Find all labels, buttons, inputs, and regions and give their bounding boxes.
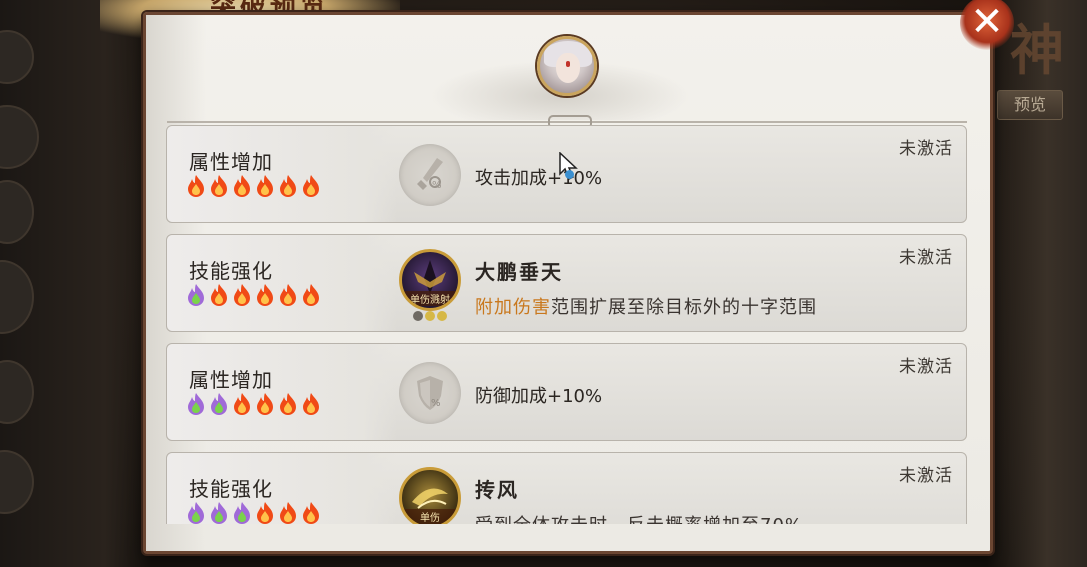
description-highlight: 附加伤害 bbox=[475, 297, 551, 318]
list-item: 技能强化 单伤 抟风 受到全体攻击时，反击概率增加至70% 未激活 bbox=[166, 452, 967, 524]
effect-icon-slot[interactable]: 单伤溅射 bbox=[399, 249, 461, 311]
skill-level-dots bbox=[413, 311, 447, 321]
green-flame-icon bbox=[185, 392, 207, 416]
red-flame-icon bbox=[208, 174, 230, 198]
skill-description: 附加伤害范围扩展至除目标外的十字范围 bbox=[475, 293, 817, 319]
red-flame-icon bbox=[254, 392, 276, 416]
close-icon: ✕ bbox=[970, 0, 1004, 45]
red-flame-icon bbox=[185, 174, 207, 198]
svg-text:%: % bbox=[432, 180, 442, 191]
sword-icon: % bbox=[399, 144, 461, 206]
effect-icon-slot[interactable]: 单伤 bbox=[399, 467, 461, 524]
category-label: 技能强化 bbox=[189, 477, 273, 501]
red-flame-icon bbox=[231, 174, 253, 198]
red-flame-icon bbox=[300, 283, 322, 307]
red-flame-icon bbox=[231, 283, 253, 307]
green-flame-icon bbox=[185, 501, 207, 524]
flame-rank bbox=[185, 501, 322, 524]
green-flame-icon bbox=[208, 501, 230, 524]
red-flame-icon bbox=[277, 392, 299, 416]
red-flame-icon bbox=[254, 283, 276, 307]
red-flame-icon bbox=[277, 283, 299, 307]
cursor-dot bbox=[565, 170, 574, 179]
status-label: 未激活 bbox=[899, 357, 953, 377]
level-dot bbox=[437, 311, 447, 321]
list-item: 技能强化 单伤溅射 大鹏垂天 附加伤害范围扩展至除目标外的十字范围 未激活 bbox=[166, 234, 967, 332]
status-label: 未激活 bbox=[899, 248, 953, 268]
background-right-panel bbox=[987, 0, 1087, 567]
green-flame-icon bbox=[231, 501, 253, 524]
red-flame-icon bbox=[277, 501, 299, 524]
skill-name: 大鹏垂天 bbox=[475, 260, 563, 284]
avatar-face bbox=[556, 53, 580, 83]
svg-text:%: % bbox=[431, 398, 441, 409]
green-flame-icon bbox=[185, 283, 207, 307]
level-dot bbox=[413, 311, 423, 321]
effect-text: 防御加成+10% bbox=[475, 386, 603, 407]
status-label: 未激活 bbox=[899, 466, 953, 486]
character-avatar bbox=[537, 36, 597, 96]
red-flame-icon bbox=[277, 174, 299, 198]
skill-tag: 单伤 bbox=[402, 509, 458, 524]
red-flame-icon bbox=[300, 501, 322, 524]
skill-icon[interactable]: 单伤溅射 bbox=[399, 249, 461, 311]
effect-text: 攻击加成+10% bbox=[475, 168, 603, 189]
breakthrough-list[interactable]: 属性增加 % 攻击加成+10% 未激活 技能强化 单伤溅射 大鹏垂天 附加伤害范… bbox=[166, 125, 969, 524]
description-text: 受到全体攻击时，反击概率增加至70% bbox=[475, 515, 803, 524]
red-flame-icon bbox=[254, 501, 276, 524]
red-flame-icon bbox=[300, 174, 322, 198]
effect-icon-slot: % bbox=[399, 144, 461, 206]
flame-rank bbox=[185, 392, 322, 416]
red-flame-icon bbox=[254, 174, 276, 198]
level-dot bbox=[425, 311, 435, 321]
shield-icon: % bbox=[399, 362, 461, 424]
red-flame-icon bbox=[231, 392, 253, 416]
skill-icon[interactable]: 单伤 bbox=[399, 467, 461, 524]
list-item: 属性增加 % 防御加成+10% 未激活 bbox=[166, 343, 967, 441]
category-label: 属性增加 bbox=[189, 150, 273, 174]
description-text: 范围扩展至除目标外的十字范围 bbox=[551, 297, 817, 318]
flame-rank bbox=[185, 174, 322, 198]
green-flame-icon bbox=[208, 392, 230, 416]
avatar-forehead-mark bbox=[566, 61, 570, 67]
skill-tag: 单伤溅射 bbox=[402, 291, 458, 306]
red-flame-icon bbox=[300, 392, 322, 416]
category-label: 属性增加 bbox=[189, 368, 273, 392]
skill-description: 受到全体攻击时，反击概率增加至70% bbox=[475, 511, 803, 524]
skill-name: 抟风 bbox=[475, 478, 519, 502]
flame-rank bbox=[185, 283, 322, 307]
background-brush-character: 神 bbox=[1010, 18, 1064, 82]
status-label: 未激活 bbox=[899, 139, 953, 159]
red-flame-icon bbox=[208, 283, 230, 307]
category-label: 技能强化 bbox=[189, 259, 273, 283]
preview-button[interactable]: 预览 bbox=[997, 90, 1063, 120]
effect-icon-slot: % bbox=[399, 362, 461, 424]
